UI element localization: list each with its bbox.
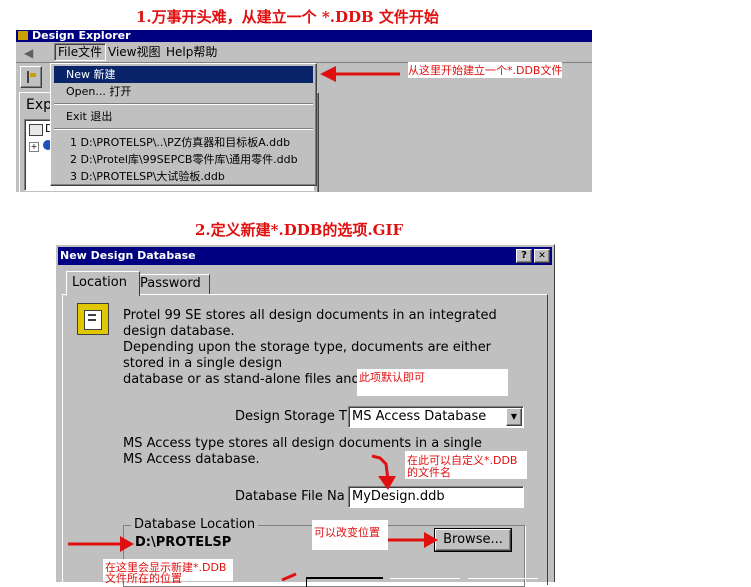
- arrow-icon: [281, 572, 297, 581]
- annotation-change-location: 可以改变位置: [314, 526, 380, 539]
- new-database-dialog: New Design Database ? ✕ Location Passwor…: [55, 244, 555, 587]
- description-line: Depending upon the storage type, documen…: [123, 340, 492, 355]
- menu-separator: [54, 128, 313, 130]
- app-icon: [18, 31, 28, 40]
- description-line: Protel 99 SE stores all design documents…: [123, 308, 497, 323]
- ok-button[interactable]: [306, 577, 383, 587]
- menu-recent-1[interactable]: 1 D:\PROTELSP\..\PZ仿真器和目标板A.ddb: [54, 134, 313, 151]
- access-description: MS Access database.: [123, 452, 260, 467]
- tree-toggle-button[interactable]: [20, 66, 42, 88]
- menubar: ◀ File文件 View视图 Help帮助: [16, 42, 592, 63]
- annotation-box: 此项默认即可: [357, 369, 508, 396]
- arrow-down-icon: [371, 454, 396, 490]
- arrow-left-icon: [320, 66, 400, 82]
- tab-location-label: Location: [72, 275, 127, 290]
- close-button[interactable]: ✕: [534, 249, 550, 263]
- annotation-default-ok: 此项默认即可: [359, 371, 425, 384]
- back-arrow-icon[interactable]: ◀: [24, 46, 33, 60]
- arrow-right-icon: [68, 536, 134, 552]
- file-menu: New 新建 Open... 打开 Exit 退出 1 D:\PROTELSP\…: [50, 63, 317, 186]
- explorer-titlebar: Design Explorer: [16, 30, 592, 42]
- help-button[interactable]: ?: [516, 249, 532, 263]
- menu-item-open[interactable]: Open... 打开: [54, 83, 313, 100]
- description-line: database or as stand-alone files and: [123, 372, 360, 387]
- caption-mid: 2.定义新建*.DDB的选项.GIF: [195, 221, 404, 239]
- annotation-custom-name: 的文件名: [407, 466, 451, 479]
- chevron-down-icon[interactable]: ▼: [506, 408, 522, 426]
- explorer-window: Design Explorer ◀ File文件 View视图 Help帮助 E…: [16, 30, 592, 192]
- storage-type-select[interactable]: MS Access Database ▼: [348, 406, 524, 428]
- expand-icon[interactable]: +: [29, 142, 39, 152]
- cancel-button[interactable]: [390, 578, 460, 587]
- location-value: D:\PROTELSP: [135, 535, 232, 550]
- arrow-right-icon: [388, 532, 438, 548]
- explorer-title: Design Explorer: [32, 30, 131, 42]
- menu-view[interactable]: View视图: [108, 44, 160, 60]
- storage-type-label: Design Storage T: [235, 409, 347, 424]
- annotation-box: 在此可以自定义*.DDB 的文件名: [405, 451, 527, 479]
- menu-recent-3[interactable]: 3 D:\PROTELSP\大试验板.ddb: [54, 168, 313, 185]
- description-line: design database.: [123, 324, 235, 339]
- caption-top: 1.万事开头难，从建立一个 *.DDB 文件开始: [136, 8, 439, 26]
- annotation-box: 可以改变位置: [312, 520, 388, 550]
- annotation-box: 在这里会显示新建*.DDB 文件所在的位置: [103, 559, 233, 585]
- annotation-shows-location: 文件所在的位置: [105, 572, 182, 585]
- tab-location[interactable]: Location: [66, 271, 140, 296]
- menu-item-new[interactable]: New 新建: [54, 66, 313, 83]
- tab-password[interactable]: Password: [136, 274, 210, 295]
- menu-help[interactable]: Help帮助: [166, 44, 217, 60]
- dialog-titlebar: New Design Database ? ✕: [58, 247, 552, 265]
- storage-type-value: MS Access Database: [352, 409, 487, 424]
- database-icon: [77, 303, 109, 335]
- file-name-label: Database File Na: [235, 489, 345, 504]
- menu-recent-2[interactable]: 2 D:\Protel库\99SEPCB零件库\通用零件.ddb: [54, 151, 313, 168]
- tree-icon: [27, 71, 29, 83]
- access-description: MS Access type stores all design documen…: [123, 436, 482, 451]
- browse-button[interactable]: Browse...: [434, 528, 512, 552]
- menu-file[interactable]: File文件: [54, 43, 107, 61]
- tab-password-label: Password: [140, 276, 201, 291]
- annotation-start-here: 从这里开始建立一个*.DDB文件: [408, 62, 563, 78]
- description-line: stored in a single design: [123, 356, 283, 371]
- menu-separator: [54, 103, 313, 105]
- toolbar: [20, 66, 42, 88]
- help-bottom-button[interactable]: [468, 578, 538, 587]
- menu-item-exit[interactable]: Exit 退出: [54, 108, 313, 125]
- location-group-label: Database Location: [131, 517, 259, 532]
- dialog-title: New Design Database: [60, 249, 196, 262]
- database-icon: [29, 124, 43, 136]
